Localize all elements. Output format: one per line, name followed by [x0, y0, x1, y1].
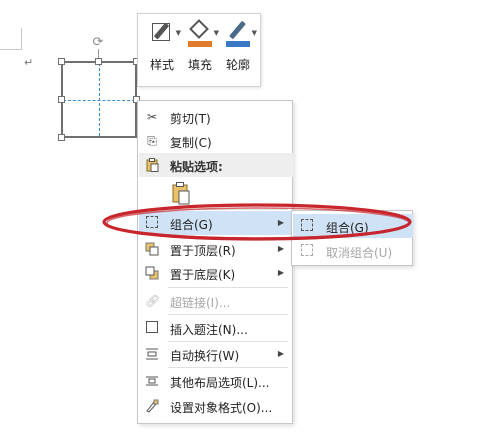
paste-keep-format-option[interactable] [170, 181, 192, 207]
menu-item-label: 设置对象格式(O)... [170, 401, 273, 415]
wrap-text-icon [145, 347, 159, 361]
separator [168, 209, 288, 210]
menu-item-label: 自动换行(W) [170, 349, 240, 363]
submenu-arrow-icon: ▶ [277, 218, 284, 227]
menu-item-label: 超链接(I)... [170, 296, 231, 310]
context-menu: ✂ 剪切(T) ⎘ 复制(C) 粘贴选项: 组合(G) ▶ 置于顶层(R) ▶ [137, 100, 293, 424]
menu-item-format-object[interactable]: 设置对象格式(O)... [139, 394, 293, 418]
copy-icon: ⎘ [147, 134, 157, 148]
selected-shape[interactable] [61, 61, 137, 138]
link-icon: 🔗︎ [145, 294, 161, 308]
paste-options-header: 粘贴选项: [139, 153, 293, 177]
menu-item-more-layout[interactable]: 其他布局选项(L)... [139, 369, 293, 393]
submenu-item-label: 组合(G) [326, 221, 369, 235]
submenu-arrow-icon: ▶ [277, 349, 284, 358]
paste-option-icon [172, 182, 190, 205]
pen-outline-icon [223, 20, 253, 50]
menu-item-label: 插入题注(N)... [170, 323, 248, 337]
group-icon [145, 216, 159, 230]
menu-item-label: 组合(G) [170, 218, 213, 232]
menu-item-send-to-back[interactable]: 置于底层(K) ▶ [139, 261, 293, 285]
separator [168, 314, 288, 315]
resize-handle-top[interactable] [95, 58, 102, 65]
style-label: 样式 [149, 58, 174, 72]
ungroup-icon [300, 244, 314, 258]
paragraph-mark: ↵ [24, 56, 34, 69]
format-icon [145, 399, 159, 413]
separator [168, 367, 288, 368]
menu-item-group[interactable]: 组合(G) ▶ [139, 211, 293, 235]
group-submenu: 组合(G) 取消组合(U) [291, 210, 413, 266]
menu-item-label: 剪切(T) [170, 112, 211, 126]
separator [168, 287, 288, 288]
rotate-handle-icon[interactable]: ⟳ [91, 36, 105, 50]
menu-item-label: 置于顶层(R) [170, 244, 236, 258]
menu-item-wrap-text[interactable]: 自动换行(W) ▶ [139, 342, 293, 366]
clipboard-icon [145, 158, 159, 172]
menu-item-label: 其他布局选项(L)... [170, 376, 270, 390]
menu-item-bring-to-front[interactable]: 置于顶层(R) ▶ [139, 237, 293, 261]
group-icon [300, 219, 314, 233]
style-button[interactable]: ▼ 样式 [143, 20, 181, 80]
shape-style-icon [147, 20, 177, 50]
bring-to-front-icon [145, 242, 159, 256]
paste-options-label: 粘贴选项: [170, 160, 223, 174]
chevron-down-icon: ▼ [251, 29, 257, 37]
layout-icon [145, 374, 159, 388]
send-to-back-icon [145, 266, 159, 280]
menu-item-copy[interactable]: ⎘ 复制(C) [139, 129, 293, 153]
submenu-item-group[interactable]: 组合(G) [293, 214, 413, 238]
fill-button[interactable]: ▼ 填充 [181, 19, 219, 80]
menu-item-label: 置于底层(K) [170, 268, 236, 282]
caption-icon [145, 321, 159, 335]
menu-item-cut[interactable]: ✂ 剪切(T) [139, 105, 293, 129]
resize-handle-top-left[interactable] [58, 58, 65, 65]
menu-item-label: 复制(C) [170, 136, 212, 150]
menu-item-insert-caption[interactable]: 插入题注(N)... [139, 316, 293, 340]
scissors-icon: ✂ [146, 110, 158, 124]
page-corner [0, 28, 22, 50]
paint-bucket-icon [185, 19, 215, 50]
mini-toolbar: ▼ 样式 ▼ 填充 ▼ 轮廓 [137, 13, 261, 87]
menu-item-hyperlink: 🔗︎ 超链接(I)... [139, 289, 293, 313]
resize-handle-left[interactable] [58, 96, 65, 103]
resize-handle-bottom-left[interactable] [58, 134, 65, 141]
submenu-arrow-icon: ▶ [277, 268, 284, 277]
outline-button[interactable]: ▼ 轮廓 [219, 20, 257, 80]
outline-label: 轮廓 [225, 58, 250, 72]
submenu-item-label: 取消组合(U) [326, 246, 393, 260]
fill-label: 填充 [187, 58, 212, 72]
alignment-guide-horizontal [63, 100, 135, 101]
submenu-arrow-icon: ▶ [277, 244, 284, 253]
submenu-item-ungroup: 取消组合(U) [293, 239, 413, 263]
